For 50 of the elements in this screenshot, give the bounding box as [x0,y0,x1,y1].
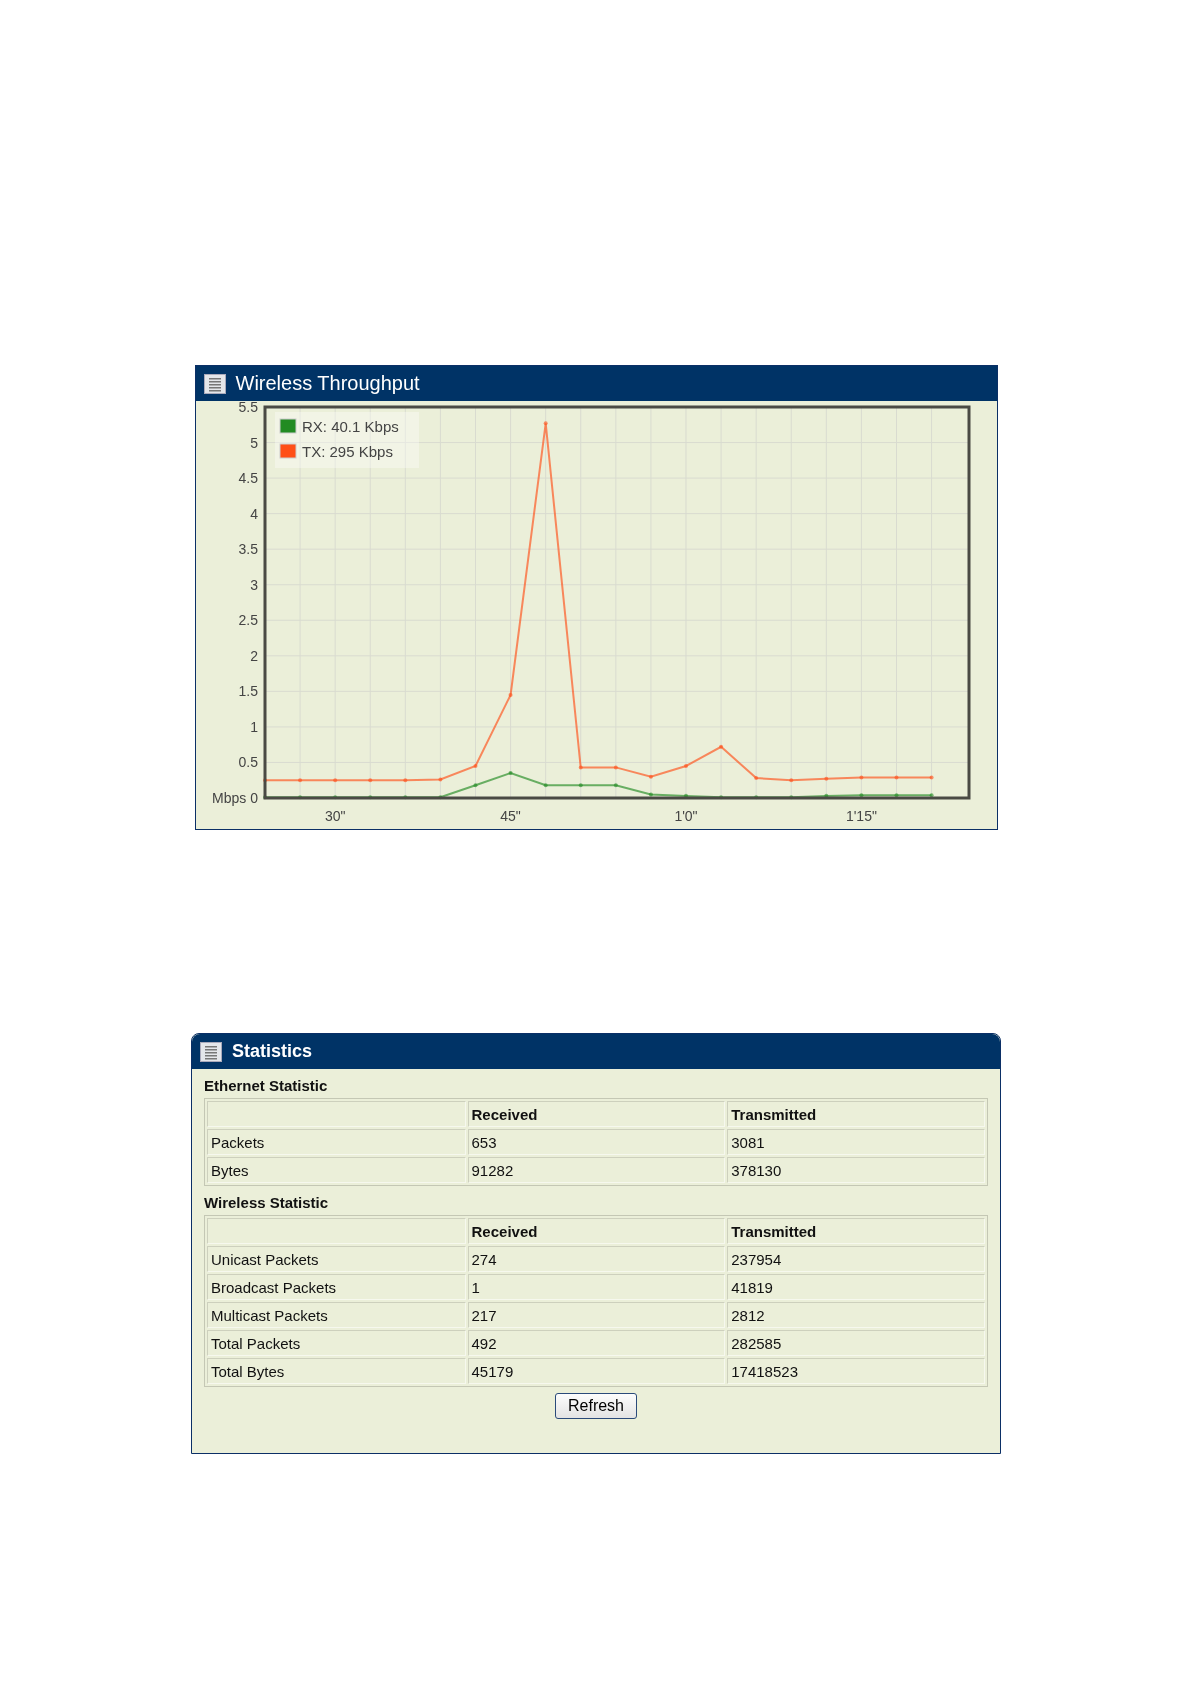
panel-title: Wireless Throughput [235,372,420,395]
axis-label: 1'15" [845,808,877,824]
table-cell: 1 [467,1274,726,1300]
axis-label: 45" [499,808,521,824]
row-label: Bytes [207,1157,466,1183]
row-label: Multicast Packets [207,1302,466,1328]
axis-label: 5.5 [238,401,258,415]
axis-label: 4.5 [238,470,258,487]
axis-label: Mbps 0 [211,790,258,806]
table-cell: 378130 [727,1157,985,1183]
axis-label: 0.5 [238,754,258,771]
refresh-button[interactable]: Refresh [555,1393,637,1419]
table-cell: 2812 [727,1302,985,1328]
axis-label: 4 [249,505,258,522]
axis-label: 3 [249,576,258,593]
table-cell: 91282 [467,1157,726,1183]
table-cell: 237954 [727,1246,985,1272]
panel-title: Statistics [232,1041,313,1062]
section-title: Wireless Statistic [203,1193,330,1213]
list-icon [203,373,226,394]
table-cell: 41819 [727,1274,985,1300]
table-cell: 492 [467,1330,726,1356]
table-cell: 17418523 [727,1358,985,1384]
axis-label: 3.5 [238,541,258,558]
column-header: Received [467,1101,726,1127]
axis-label: 2.5 [238,612,258,629]
column-header: Transmitted [727,1101,985,1127]
table-cell: 3081 [727,1129,985,1155]
row-label: Total Bytes [207,1358,466,1384]
row-label: Unicast Packets [207,1246,466,1272]
legend-label: TX: 295 Kbps [301,443,393,460]
axis-label: 30" [324,808,345,824]
column-header: Received [467,1218,726,1244]
row-label: Broadcast Packets [207,1274,466,1300]
list-icon [200,1041,222,1062]
table-cell: 282585 [727,1330,985,1356]
axis-label: 5 [249,434,258,451]
table-cell: 45179 [467,1358,726,1384]
axis-label: 1.5 [238,683,258,700]
section-title: Ethernet Statistic [203,1076,329,1096]
axis-label: 1'0" [673,808,698,824]
table-cell: 217 [467,1302,726,1328]
row-label: Total Packets [207,1330,466,1356]
axis-label: 2 [249,647,258,664]
table-cell: 653 [467,1129,726,1155]
legend-label: RX: 40.1 Kbps [301,418,399,435]
row-label: Packets [207,1129,466,1155]
axis-label: 1 [249,718,258,735]
column-header: Transmitted [727,1218,985,1244]
table-cell: 274 [467,1246,726,1272]
